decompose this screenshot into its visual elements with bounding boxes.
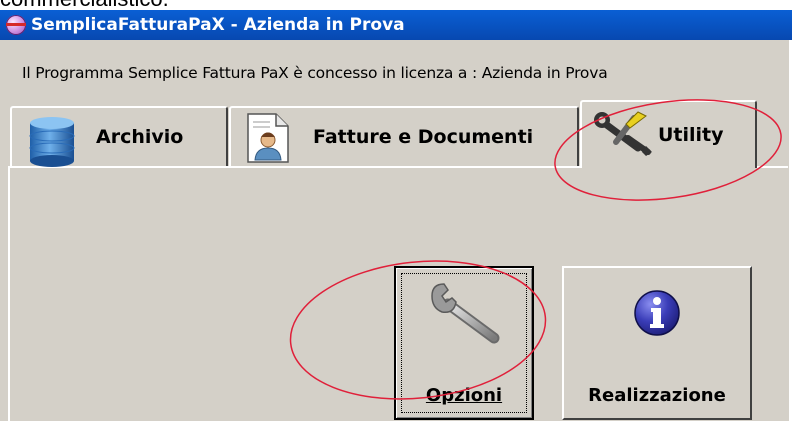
- tab-archivio-label: Archivio: [96, 126, 184, 148]
- realizzazione-label: Realizzazione: [588, 385, 726, 406]
- opzioni-button[interactable]: Opzioni: [394, 266, 534, 420]
- tab-archivio[interactable]: Archivio: [10, 106, 228, 167]
- tab-utility-label: Utility: [658, 124, 724, 146]
- info-icon: [634, 290, 680, 336]
- tab-fatture-documenti[interactable]: Fatture e Documenti: [229, 106, 579, 166]
- tab-utility[interactable]: Utility: [580, 100, 757, 168]
- license-text: Il Programma Semplice Fattura PaX è conc…: [22, 64, 608, 82]
- main-window: Il Programma Semplice Fattura PaX è conc…: [0, 40, 789, 428]
- wrench-icon: [431, 283, 500, 344]
- window-titlebar[interactable]: SemplicaFatturaPaX - Azienda in Prova: [0, 10, 792, 40]
- selected-tab-join: [582, 164, 753, 170]
- tab-fatture-label: Fatture e Documenti: [313, 126, 534, 148]
- window-title: SemplicaFatturaPaX - Azienda in Prova: [31, 15, 405, 35]
- document-person-icon: [247, 113, 289, 163]
- app-globe-icon: [6, 15, 26, 35]
- cropped-text-fragment: commercialistico.: [0, 0, 792, 10]
- opzioni-label: Opzioni: [425, 385, 503, 406]
- tools-icon: [594, 111, 652, 156]
- realizzazione-button[interactable]: Realizzazione: [562, 266, 752, 420]
- database-icon: [29, 117, 75, 167]
